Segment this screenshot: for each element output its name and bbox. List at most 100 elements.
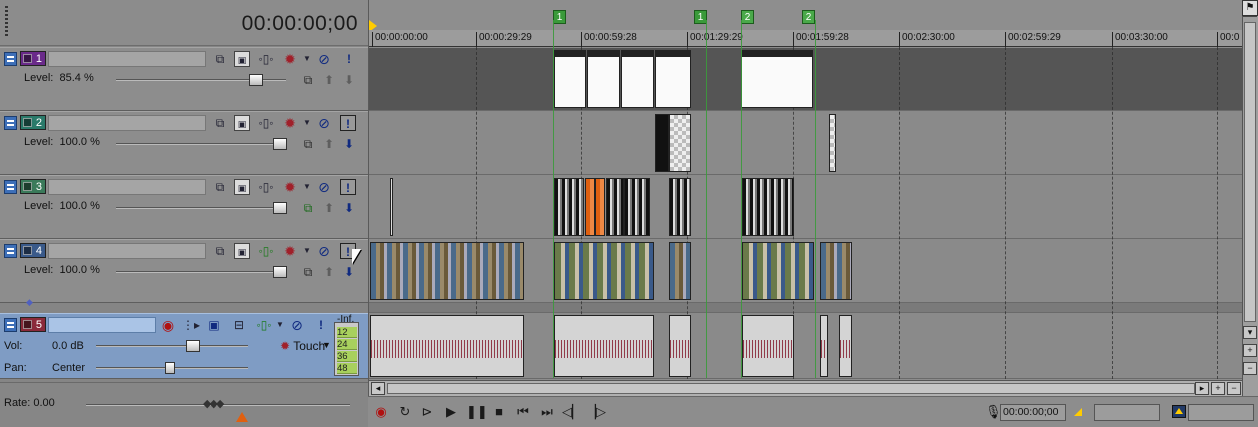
audio-clip[interactable] [370, 315, 524, 377]
level-slider-thumb[interactable] [249, 74, 263, 86]
level-slider[interactable] [116, 74, 286, 86]
play-icon[interactable]: ▶ [442, 404, 460, 420]
video-clip[interactable] [554, 242, 654, 300]
track-motion-icon[interactable]: ▣ [234, 243, 250, 259]
track-name-field[interactable] [48, 243, 206, 259]
solo-icon[interactable]: ! [340, 115, 356, 131]
rate-slider-thumb[interactable]: ◆◆◆ [203, 397, 224, 410]
track-fx-chain-icon[interactable]: ◦▯◦ [258, 243, 274, 259]
selection-length-field[interactable] [1188, 404, 1254, 421]
audio-clip[interactable] [820, 315, 828, 377]
track-number[interactable]: 5 [20, 317, 46, 332]
video-clip[interactable] [741, 50, 813, 108]
track-collapse-button[interactable] [4, 180, 17, 194]
previous-frame-icon[interactable]: ◁▏ [562, 404, 582, 420]
track-collapse-button[interactable] [4, 244, 17, 258]
scroll-down-icon[interactable]: ▾ [1243, 326, 1257, 339]
move-down-icon[interactable]: ⬇ [341, 73, 357, 87]
video-clip[interactable] [820, 242, 852, 300]
move-up-icon[interactable]: ⬆ [321, 201, 337, 215]
zoom-out-icon[interactable]: − [1227, 382, 1241, 395]
gear-icon[interactable]: ✹ [282, 51, 298, 67]
mute-icon[interactable]: ⊘ [316, 179, 332, 195]
compositing-mode-icon[interactable]: ⧉ [212, 243, 228, 259]
fx-bypass-icon[interactable]: ⧉ [300, 137, 316, 151]
play-from-start-icon[interactable]: ⊳ [418, 404, 436, 420]
track-motion-icon[interactable]: ▣ [234, 51, 250, 67]
track-name-field[interactable] [48, 179, 206, 195]
zoom-in-icon[interactable]: + [1243, 344, 1257, 357]
gear-icon[interactable]: ✹ [282, 179, 298, 195]
video-track-1[interactable]: 1 ⧉ ▣ ◦▯◦ ✹ ▼ ⊘ ! Level: 85.4 % ⧉ ⬆ ⬇ [0, 47, 368, 111]
chevron-down-icon[interactable]: ▼ [299, 243, 315, 259]
track-fx-chain-icon[interactable]: ◦▯◦ [256, 317, 272, 333]
marker-bar[interactable]: 1 1 2 2 [369, 0, 1243, 32]
move-down-icon[interactable]: ⬇ [341, 265, 357, 279]
compositing-mode-icon[interactable]: ⧉ [212, 51, 228, 67]
track-fx-chain-icon[interactable]: ◦▯◦ [258, 179, 274, 195]
video-clip[interactable] [621, 50, 654, 108]
video-clip[interactable] [655, 50, 691, 108]
vertical-scroll-thumb[interactable] [1244, 22, 1256, 322]
marker-flag[interactable]: 1 [553, 10, 566, 24]
fx-bypass-icon[interactable]: ⧉ [300, 265, 316, 279]
video-clip[interactable] [742, 178, 794, 236]
region-flag[interactable]: 2 [802, 10, 815, 24]
volume-slider[interactable] [96, 340, 248, 352]
solo-icon[interactable]: ! [313, 317, 329, 333]
chevron-down-icon[interactable]: ▼ [299, 51, 315, 67]
level-slider-thumb[interactable] [273, 266, 287, 278]
next-frame-icon[interactable]: ▕▷ [586, 404, 606, 420]
video-track-3[interactable]: 3 ⧉ ▣ ◦▯◦ ✹ ▼ ⊘ ! Level: 100.0 % ⧉ ⬆ ⬇ [0, 175, 368, 239]
input-bus-icon[interactable]: ⊟ [231, 317, 247, 333]
video-clip[interactable] [624, 178, 650, 236]
track-number[interactable]: 3 [20, 179, 46, 194]
chevron-down-icon[interactable]: ▼ [322, 340, 331, 350]
track-fx-chain-icon[interactable]: ◦▯◦ [258, 115, 274, 131]
chevron-down-icon[interactable]: ▼ [272, 317, 288, 333]
track-name-field[interactable] [48, 51, 206, 67]
mute-icon[interactable]: ⊘ [289, 317, 305, 333]
gear-icon[interactable]: ✹ [282, 115, 298, 131]
stop-icon[interactable]: ■ [490, 404, 508, 420]
move-down-icon[interactable]: ⬇ [341, 137, 357, 151]
level-slider[interactable] [116, 266, 287, 278]
level-slider-thumb[interactable] [273, 202, 287, 214]
zoom-in-icon[interactable]: + [1211, 382, 1225, 395]
track-fx-icon[interactable]: ▣ [206, 317, 222, 333]
compositing-mode-icon[interactable]: ⧉ [212, 179, 228, 195]
go-to-start-icon[interactable]: ⏮ [514, 404, 532, 420]
video-clip[interactable] [390, 178, 393, 236]
track-collapse-button[interactable] [4, 318, 17, 332]
video-clip[interactable] [370, 242, 524, 300]
track-number[interactable]: 1 [20, 51, 46, 66]
keyframe-diamond-icon[interactable]: ◆ [26, 297, 33, 308]
track-name-field[interactable] [48, 317, 156, 333]
move-up-icon[interactable]: ⬆ [321, 73, 337, 87]
drag-grip-icon[interactable] [5, 6, 8, 36]
selection-start-field[interactable] [1094, 404, 1160, 421]
mute-icon[interactable]: ⊘ [316, 243, 332, 259]
track-collapse-button[interactable] [4, 52, 17, 66]
gear-icon[interactable]: ✹ [282, 243, 298, 259]
level-slider[interactable] [116, 138, 287, 150]
move-up-icon[interactable]: ⬆ [321, 137, 337, 151]
cursor-position-field[interactable]: 00:00:00;00 [1000, 404, 1066, 421]
track-motion-icon[interactable]: ▣ [234, 115, 250, 131]
video-clip[interactable] [669, 178, 691, 236]
video-track-4[interactable]: 4 ⧉ ▣ ◦▯◦ ✹ ▼ ⊘ ! Level: 100.0 % ⧉ ⬆ ⬇ [0, 239, 368, 303]
track-collapse-button[interactable] [4, 116, 17, 130]
level-slider-thumb[interactable] [273, 138, 287, 150]
invert-phase-icon[interactable]: ⋮▸ [182, 317, 200, 333]
automation-mode[interactable]: ✹ Touch [280, 339, 325, 353]
video-clip[interactable] [669, 114, 691, 172]
level-slider[interactable] [116, 202, 287, 214]
pan-slider[interactable] [96, 362, 248, 374]
video-clip[interactable] [829, 114, 836, 172]
compositing-mode-icon[interactable]: ⧉ [212, 115, 228, 131]
audio-clip[interactable] [839, 315, 852, 377]
track-fx-chain-icon[interactable]: ◦▯◦ [258, 51, 274, 67]
solo-icon[interactable]: ! [340, 179, 356, 195]
track-number[interactable]: 2 [20, 115, 46, 130]
video-clip[interactable] [655, 114, 669, 172]
